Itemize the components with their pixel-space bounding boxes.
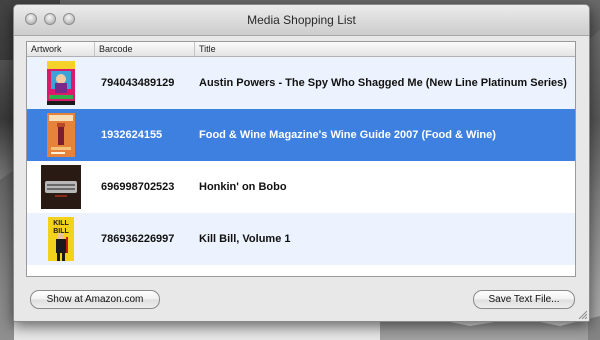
- kill-bill-cover-art: KILL BILL: [48, 217, 74, 261]
- window-title: Media Shopping List: [247, 13, 356, 27]
- column-header-title[interactable]: Title: [195, 42, 575, 56]
- media-table[interactable]: Artwork Barcode Title 794043489129 Austi…: [26, 41, 576, 277]
- save-text-file-button[interactable]: Save Text File...: [473, 290, 575, 309]
- title-cell: Honkin' on Bobo: [199, 181, 287, 193]
- column-header-artwork[interactable]: Artwork: [27, 42, 95, 56]
- barcode-cell: 786936226997: [101, 233, 175, 245]
- honkin-on-bobo-cover-art: [41, 165, 81, 209]
- title-bar[interactable]: Media Shopping List: [14, 5, 589, 36]
- resize-grip-icon[interactable]: [577, 309, 587, 319]
- barcode-cell: 696998702523: [101, 181, 175, 193]
- title-cell: Kill Bill, Volume 1: [199, 233, 291, 245]
- wine-guide-cover-art: [47, 113, 75, 157]
- show-at-amazon-button[interactable]: Show at Amazon.com: [30, 290, 160, 309]
- austin-powers-cover-art: [47, 61, 75, 105]
- table-row[interactable]: KILL BILL 786936226997 Kill Bill, Volume…: [27, 213, 575, 265]
- barcode-cell: 794043489129: [101, 77, 175, 89]
- main-window: Media Shopping List Artwork Barcode Titl…: [13, 4, 590, 322]
- title-cell: Austin Powers - The Spy Who Shagged Me (…: [199, 77, 567, 89]
- column-header-barcode[interactable]: Barcode: [95, 42, 195, 56]
- table-row-selected[interactable]: 1932624155 Food & Wine Magazine's Wine G…: [27, 109, 575, 161]
- table-row[interactable]: 794043489129 Austin Powers - The Spy Who…: [27, 57, 575, 109]
- table-row[interactable]: 696998702523 Honkin' on Bobo: [27, 161, 575, 213]
- table-header: Artwork Barcode Title: [27, 42, 575, 57]
- barcode-cell: 1932624155: [101, 129, 163, 141]
- title-cell: Food & Wine Magazine's Wine Guide 2007 (…: [199, 129, 496, 141]
